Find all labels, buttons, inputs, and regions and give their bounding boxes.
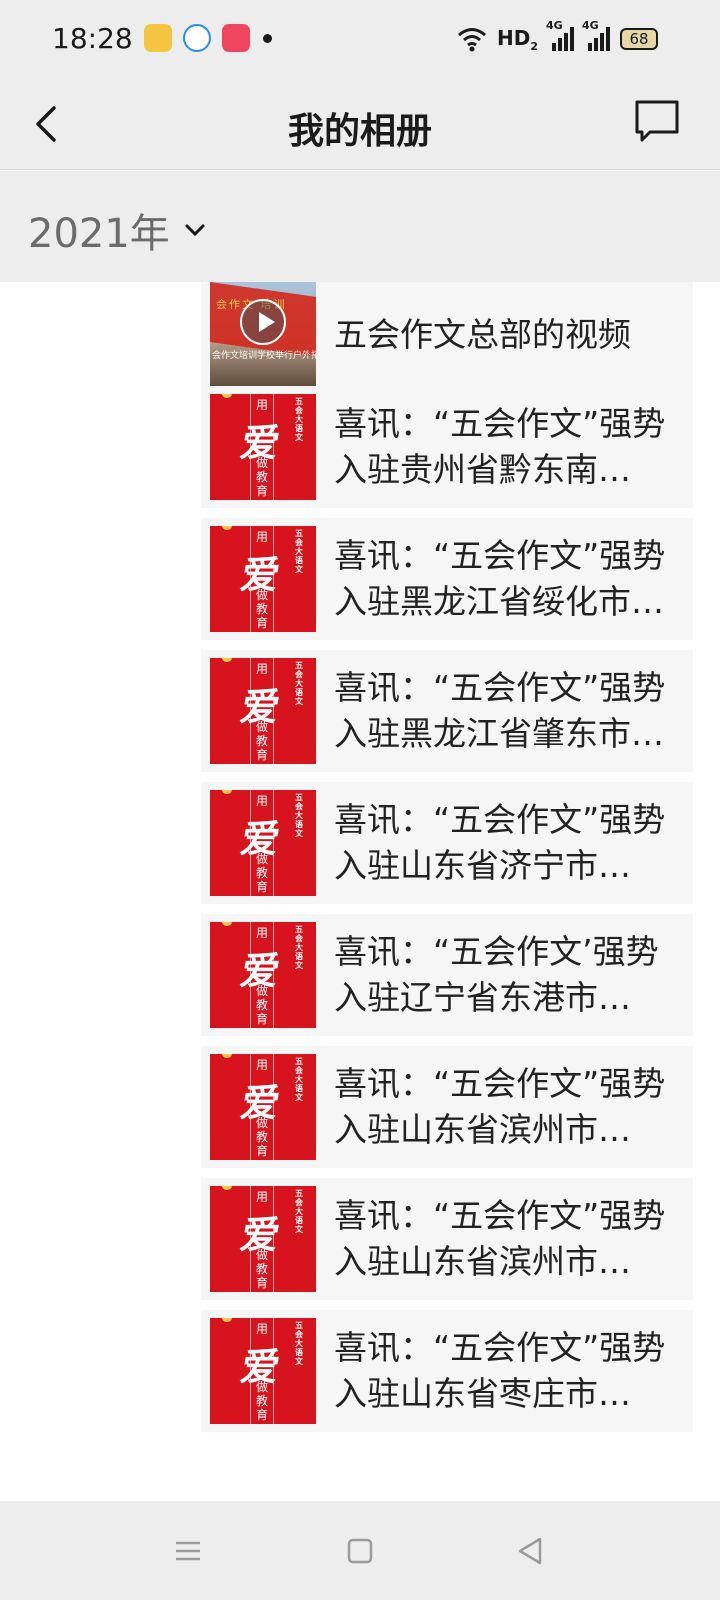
video-caption: 会作文培训学校举行户外拓展: [212, 351, 316, 361]
wifi-icon: [458, 28, 486, 52]
home-icon[interactable]: [340, 1531, 380, 1571]
chevron-down-icon: [185, 224, 205, 237]
hd-indicator: HD2: [497, 25, 538, 53]
post-title: 喜讯：“五会作文”强势入驻山东省滨州市…: [334, 1196, 666, 1281]
list-item-article[interactable]: 用 爱 做教育 五会大语文 喜讯：“五会作文”强势入驻黑龙江省肇东市…: [201, 650, 693, 772]
list-item-article[interactable]: 用 爱 做教育 五会大语文 喜讯：“五会作文”强势入驻黑龙江省绥化市…: [201, 518, 693, 640]
list-item-article[interactable]: 用 爱 做教育 五会大语文 喜讯：“五会作文’强势入驻辽宁省东港市…: [201, 914, 693, 1036]
play-icon[interactable]: [240, 299, 286, 345]
post-title: 喜讯：“五会作文”强势入驻山东省枣庄市…: [334, 1328, 666, 1413]
menu-icon[interactable]: [168, 1531, 208, 1571]
article-thumbnail: 用 爱 做教育 五会大语文: [210, 658, 316, 764]
back-triangle-icon[interactable]: [510, 1531, 550, 1571]
app-notification-icon: [144, 24, 172, 52]
post-title: 喜讯：“五会作文”强势入驻黑龙江省绥化市…: [334, 536, 666, 621]
post-title: 喜讯：“五会作文”强势入驻贵州省黔东南…: [334, 404, 666, 489]
year-filter-bar: 2021年: [0, 171, 720, 282]
article-thumbnail: 用 爱 做教育 五会大语文: [210, 1186, 316, 1292]
battery-icon: 68: [620, 28, 658, 50]
signal-icon: 4G: [582, 19, 610, 51]
post-title: 喜讯：“五会作文”强势入驻黑龙江省肇东市…: [334, 668, 666, 753]
album-post-list: 会作文 培训 会作文培训学校举行户外拓展 五会作文总部的视频 用 爱 做教育 五…: [0, 282, 720, 1501]
post-title: 喜讯：“五会作文’强势入驻辽宁省东港市…: [334, 932, 659, 1017]
article-thumbnail: 用 爱 做教育 五会大语文: [210, 394, 316, 500]
status-bar: 18:28 HD2 4G 4G 68: [0, 0, 720, 80]
list-item-article[interactable]: 用 爱 做教育 五会大语文 喜讯：“五会作文”强势入驻山东省滨州市…: [201, 1178, 693, 1300]
article-thumbnail: 用 爱 做教育 五会大语文: [210, 1318, 316, 1424]
video-thumbnail: 会作文 培训 会作文培训学校举行户外拓展: [210, 282, 316, 388]
more-notifications-dot-icon: [263, 34, 272, 43]
post-title: 喜讯：“五会作文”强势入驻山东省济宁市…: [334, 800, 666, 885]
article-thumbnail: 用 爱 做教育 五会大语文: [210, 922, 316, 1028]
list-item-article[interactable]: 用 爱 做教育 五会大语文 喜讯：“五会作文”强势入驻山东省枣庄市…: [201, 1310, 693, 1432]
browser-notification-icon: [183, 24, 211, 52]
article-thumbnail: 用 爱 做教育 五会大语文: [210, 526, 316, 632]
post-title: 五会作文总部的视频: [334, 315, 631, 354]
post-title: 喜讯：“五会作文”强势入驻山东省滨州市…: [334, 1064, 666, 1149]
comment-icon[interactable]: [632, 96, 682, 146]
list-item-article[interactable]: 用 爱 做教育 五会大语文 喜讯：“五会作文”强势入驻山东省济宁市…: [201, 782, 693, 904]
article-thumbnail: 用 爱 做教育 五会大语文: [210, 1054, 316, 1160]
list-item-article[interactable]: 用 爱 做教育 五会大语文 喜讯：“五会作文”强势入驻山东省滨州市…: [201, 1046, 693, 1168]
title-bar: 我的相册: [0, 80, 720, 170]
system-nav-bar: [0, 1501, 720, 1600]
status-indicators: HD2 4G 4G 68: [457, 19, 658, 56]
list-item-article[interactable]: 用 爱 做教育 五会大语文 喜讯：“五会作文”强势入驻贵州省黔东南…: [201, 386, 693, 508]
page-title: 我的相册: [287, 111, 432, 152]
year-dropdown[interactable]: 2021年: [28, 201, 206, 259]
list-item-video[interactable]: 会作文 培训 会作文培训学校举行户外拓展 五会作文总部的视频: [201, 282, 693, 396]
signal-icon: 4G: [546, 19, 574, 51]
article-thumbnail: 用 爱 做教育 五会大语文: [210, 790, 316, 896]
status-time: 18:28: [52, 22, 133, 55]
video-app-notification-icon: [222, 24, 250, 52]
year-label: 2021年: [28, 211, 170, 257]
